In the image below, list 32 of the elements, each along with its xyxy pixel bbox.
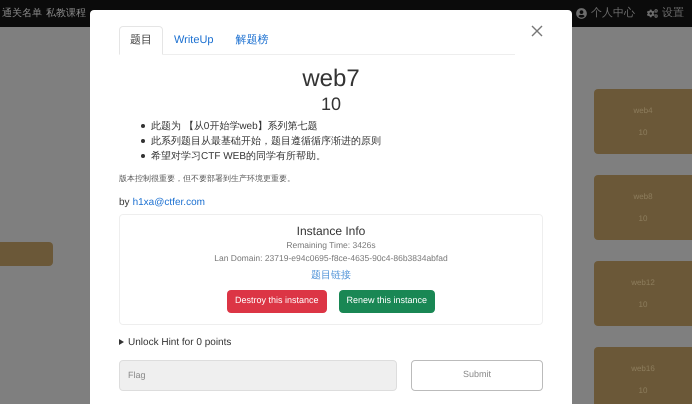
user-icon <box>576 8 587 19</box>
flag-input[interactable]: Flag <box>119 360 397 390</box>
bullet-icon <box>141 124 145 128</box>
bullet-icon <box>141 154 145 158</box>
renew-button[interactable]: Renew this instance <box>338 290 436 312</box>
nav-link[interactable]: 通关名单 <box>2 6 42 21</box>
nav-link[interactable]: 设置 <box>647 5 684 22</box>
lan-domain: Lan Domain: 23719-e94c0695-f8ce-4635-90c4-86b3834abfad <box>214 252 448 264</box>
tab[interactable]: 题目 <box>119 26 163 54</box>
challenge-title: web7 <box>301 64 361 92</box>
instance-title: Instance Info <box>296 222 366 238</box>
hint-toggle[interactable]: Unlock Hint for 0 points <box>119 334 232 350</box>
destroy-button[interactable]: Destroy this instance <box>226 290 326 312</box>
settings-icon <box>647 8 658 19</box>
close-button[interactable] <box>531 25 543 37</box>
nav-link[interactable]: 私教课程 <box>46 6 86 21</box>
description-item: 希望对学习CTF WEB的同学有所帮助。 <box>151 150 326 164</box>
caret-icon <box>119 339 124 345</box>
tab[interactable]: WriteUp <box>163 26 225 54</box>
description-note: 版本控制很重要，但不要部署到生产环境更重要。 <box>119 172 296 184</box>
challenge-link[interactable]: 题目链接 <box>311 268 351 282</box>
description-item: 此系列题目从最基础开始，题目遵循循序渐进的原则 <box>151 134 381 148</box>
nav-link[interactable]: 个人中心 <box>576 5 635 22</box>
bullet-icon <box>141 139 145 143</box>
author-link[interactable]: h1xa@ctfer.com <box>132 194 205 210</box>
tab[interactable]: 解题榜 <box>224 26 280 54</box>
description-item: 此题为 【从0开始学web】系列第七题 <box>151 120 318 134</box>
remaining-time: Remaining Time: 3426s <box>286 238 376 252</box>
author-label: by <box>119 196 130 210</box>
close-icon <box>531 25 543 37</box>
submit-button[interactable]: Submit <box>411 360 543 390</box>
challenge-points: 10 <box>320 92 342 114</box>
